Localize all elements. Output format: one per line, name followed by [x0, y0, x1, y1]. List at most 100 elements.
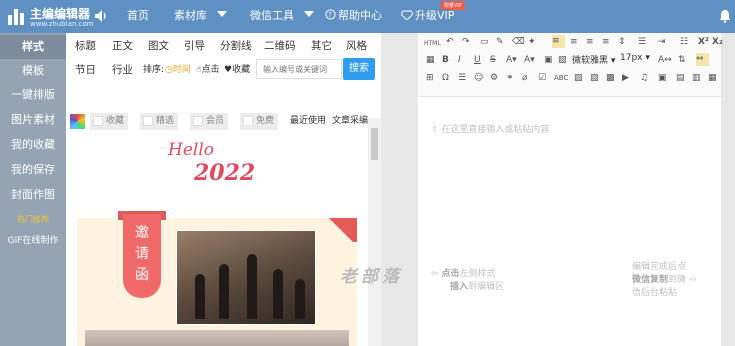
music-icon[interactable]: ♫ [640, 72, 648, 84]
underline-button[interactable]: U [474, 54, 481, 66]
indent-icon[interactable]: ⇥ [658, 36, 666, 48]
gallery-icon[interactable]: ▧ [590, 72, 599, 84]
insert-style-hint: ⇦ 点击左侧样式 插入到编辑区 [431, 268, 504, 294]
chevron-down-icon: ▾ [610, 56, 616, 66]
sort-by-clicks[interactable]: ☝点击 [196, 63, 220, 77]
tab-divider[interactable]: 分割线 [220, 38, 252, 54]
editor-area: HTML ↶ ↷ ▭ ✎ ⌫ ✦ ≡ ≡ ≡ ≡ ⇕ ☰ ⇥ ☷ X² X₂ ▦… [418, 33, 723, 346]
tab-title[interactable]: 标题 [75, 38, 96, 54]
table-icon[interactable]: ⊞ [426, 72, 434, 84]
omega-icon[interactable]: Ω [442, 72, 449, 84]
format-brush-icon[interactable]: ✎ [496, 36, 504, 48]
spellcheck-button[interactable]: ABC [554, 72, 568, 84]
tab-other[interactable]: 其它 [311, 38, 332, 54]
nav-help-center[interactable]: ? 帮助中心 [325, 8, 382, 24]
subscript-button[interactable]: X₂ [712, 36, 723, 48]
vip-badge: 限量VIP [441, 1, 465, 10]
sidebar-item-one-click-layout[interactable]: 一键排版 [0, 83, 66, 107]
search-button[interactable]: 搜索 [343, 58, 375, 80]
photo-icon[interactable]: ▩ [606, 72, 615, 84]
font-color-icon[interactable]: A▾ [506, 54, 517, 66]
logo[interactable]: 主编编辑器 www.zhubian.com [8, 3, 108, 30]
invitation-char: 邀 [135, 225, 149, 241]
sidebar-item-gif-maker[interactable]: GIF在线制作 [0, 229, 66, 253]
preview-icon[interactable]: ▤ [676, 72, 685, 84]
sort-by-favorites[interactable]: ♥收藏 [224, 63, 250, 77]
editor-toolbar: HTML ↶ ↷ ▭ ✎ ⌫ ✦ ≡ ≡ ≡ ≡ ⇕ ☰ ⇥ ☷ X² X₂ ▦… [418, 33, 723, 97]
arrow-left-icon: ⇦ [431, 269, 439, 279]
unlink-icon[interactable]: ⌀ [522, 72, 527, 84]
nav-home[interactable]: 首页 [127, 8, 149, 24]
sidebar-item-templates[interactable]: 模板 [0, 59, 66, 83]
video-icon[interactable]: ▶ [622, 72, 629, 84]
watermark: 老部落 [340, 267, 403, 287]
scrollbar-thumb[interactable] [371, 128, 378, 160]
tab-guide[interactable]: 引导 [184, 38, 205, 54]
speaker-icon[interactable] [94, 9, 108, 23]
align-right-icon[interactable]: ≡ [586, 36, 594, 48]
line-height-icon[interactable]: ⇕ [618, 36, 626, 48]
line-spacing-icon[interactable]: ⇅ [678, 54, 686, 66]
sidebar-item-cover-design[interactable]: 封面作图 [0, 183, 66, 207]
link-icon[interactable]: ⚭ [506, 72, 514, 84]
font-size-select[interactable]: 17px ▾ [620, 53, 650, 63]
document-icon[interactable]: ▭ [480, 36, 489, 48]
sidebar-item-image-materials[interactable]: 图片素材 [0, 108, 66, 132]
category-row: 标题 正文 图文 引导 分割线 二维码 其它 风格 [66, 34, 381, 58]
align-center-icon[interactable]: ≡ [570, 36, 578, 48]
clear-format-icon[interactable]: ⌫ [512, 36, 525, 48]
style-preview-area[interactable]: Hello 2022 邀 请 函 [66, 118, 381, 346]
sort-by-clicks-label: 点击 [201, 65, 220, 75]
hint-click: 点击 [441, 269, 460, 279]
editor-placeholder-text: 在这里直接输入或粘贴内容 [441, 125, 550, 135]
redo-icon[interactable]: ↷ [462, 36, 470, 48]
magic-wand-icon[interactable]: ✦ [528, 36, 536, 48]
strikethrough-button[interactable]: S [490, 54, 496, 66]
html-source-button[interactable]: HTML [424, 38, 441, 50]
nav-wechat-tools[interactable]: 微信工具 [250, 8, 314, 24]
bold-button[interactable]: B [442, 54, 449, 66]
check-icon[interactable]: ☑ [538, 72, 546, 84]
insert-image-icon[interactable]: ▨ [574, 72, 583, 84]
image-icon[interactable]: ▨ [558, 54, 567, 66]
highlight-icon[interactable]: A▾ [524, 54, 535, 66]
tab-body[interactable]: 正文 [112, 38, 133, 54]
letter-spacing-icon[interactable]: A↔ [658, 54, 672, 66]
align-justify-icon[interactable]: ≡ [602, 36, 610, 48]
auto-format-icon[interactable]: ⇔ [696, 53, 709, 66]
diamond-icon [400, 10, 414, 21]
undo-icon[interactable]: ↶ [446, 36, 454, 48]
align-left-icon[interactable]: ≡ [552, 35, 565, 48]
settings-icon[interactable]: ⚙ [490, 72, 498, 84]
tab-style[interactable]: 风格 [346, 38, 367, 54]
sidebar-item-my-saved[interactable]: 我的保存 [0, 158, 66, 182]
search-input[interactable] [256, 59, 342, 79]
tab-image-text[interactable]: 图文 [148, 38, 169, 54]
tab-qrcode[interactable]: 二维码 [264, 38, 296, 54]
list-icon[interactable]: ☷ [680, 36, 688, 48]
italic-button[interactable]: I [458, 54, 461, 66]
nav-upgrade-vip[interactable]: 升级VIP [400, 8, 455, 24]
nav-materials[interactable]: 素材库 [174, 8, 227, 24]
more-icon[interactable]: ▦ [708, 72, 717, 84]
font-family-select[interactable]: 微软雅黑 ▾ [572, 53, 615, 66]
bell-icon[interactable] [719, 9, 731, 23]
list-ordered-icon[interactable]: ☰ [458, 72, 466, 84]
gif-icon[interactable]: ▣ [658, 72, 667, 84]
anchor-icon[interactable]: ▥ [692, 72, 701, 84]
sort-by-time[interactable]: ◷时间 [165, 63, 191, 77]
tab-industry[interactable]: 行业 [112, 62, 133, 78]
nav-upgrade-label: 升级VIP [415, 9, 455, 22]
border-icon[interactable]: ▣ [544, 54, 553, 66]
grid-icon[interactable]: ▦ [426, 54, 435, 66]
preview-scrollbar[interactable] [368, 118, 381, 346]
sidebar-item-my-favorites[interactable]: 我的收藏 [0, 133, 66, 157]
emoji-icon[interactable]: ☺ [474, 72, 483, 84]
paragraph-spacing-icon[interactable]: ☰ [638, 36, 646, 48]
superscript-button[interactable]: X² [698, 36, 709, 48]
sidebar-item-styles[interactable]: 样式 [0, 35, 66, 59]
tab-festival[interactable]: 节日 [75, 62, 96, 78]
party-photo [176, 230, 316, 325]
editor-placeholder-hint[interactable]: ⇧ 在这里直接输入或粘贴内容 [431, 122, 549, 135]
left-sidebar: 样式 模板 一键排版 图片素材 我的收藏 我的保存 封面作图 热门推荐 GIF在… [0, 33, 66, 346]
